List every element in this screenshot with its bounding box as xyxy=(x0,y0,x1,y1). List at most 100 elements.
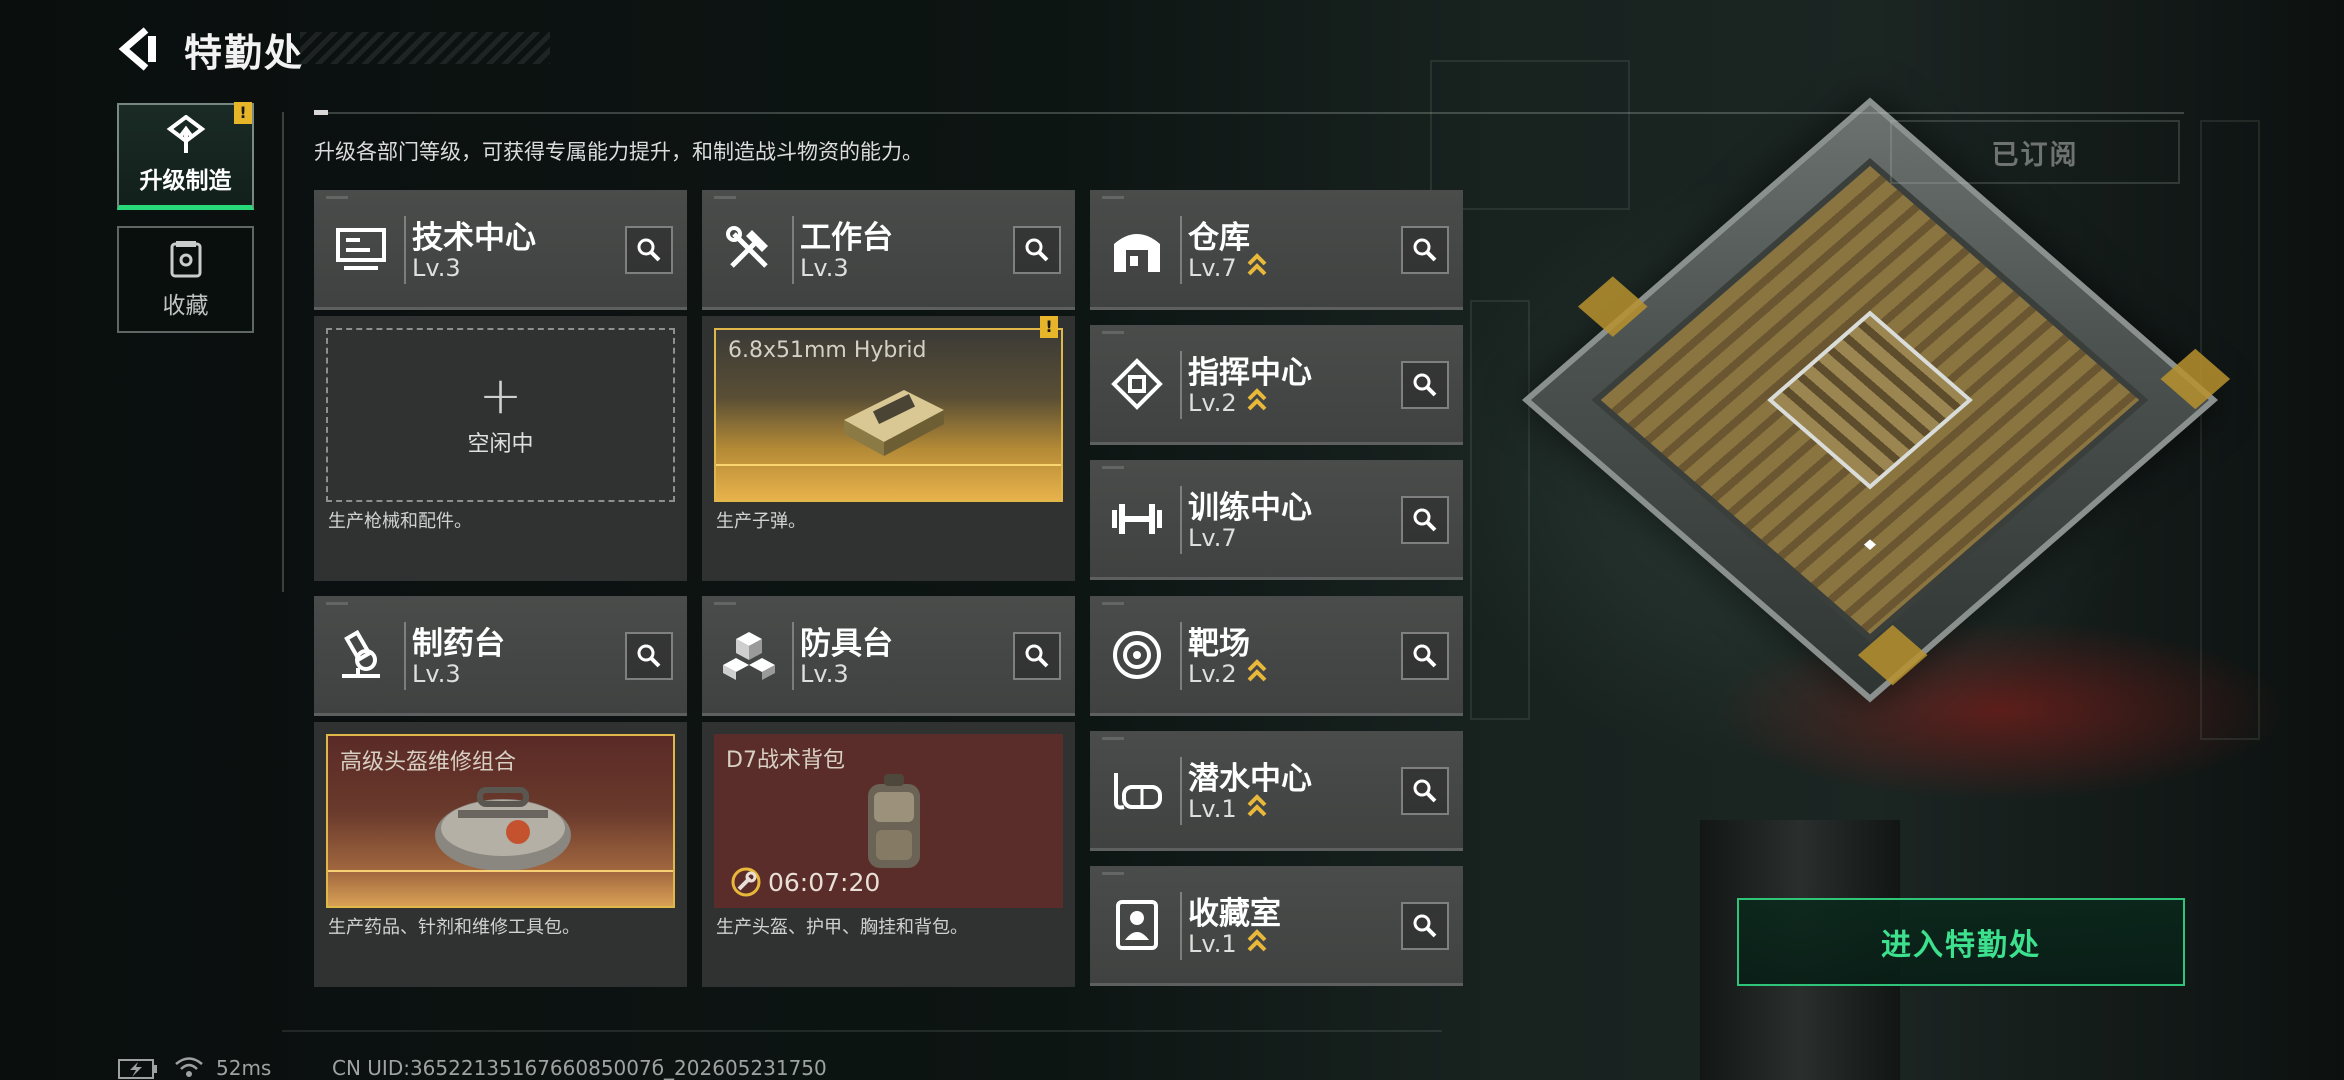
facility-level: Lv.2 xyxy=(1188,389,1237,417)
inspect-button[interactable] xyxy=(1401,361,1449,409)
workshop-level: Lv.3 xyxy=(412,660,461,688)
search-icon xyxy=(637,238,661,262)
workshop-card-pharmacy[interactable]: 制药台 Lv.3 xyxy=(314,596,687,716)
workshop-name: 制药台 xyxy=(412,626,505,662)
upgrade-available-icon xyxy=(1247,659,1267,682)
workshop-description: 生产子弹。 xyxy=(716,511,806,532)
facility-card-command-center[interactable]: 指挥中心 Lv.2 xyxy=(1090,325,1463,445)
upgrade-available-icon xyxy=(1247,253,1267,276)
inspect-button[interactable] xyxy=(1401,767,1449,815)
page-title: 特勤处 xyxy=(184,31,305,75)
facility-name: 收藏室 xyxy=(1188,896,1281,932)
inspect-button[interactable] xyxy=(1013,226,1061,274)
facility-name: 指挥中心 xyxy=(1188,355,1312,391)
chip-icon xyxy=(1108,355,1166,413)
upgrade-available-icon xyxy=(1247,794,1267,817)
back-button[interactable] xyxy=(112,24,162,74)
facility-card-collection-room[interactable]: 收藏室 Lv.1 xyxy=(1090,866,1463,986)
workshop-description: 生产枪械和配件。 xyxy=(328,511,472,532)
facility-card-shooting-range[interactable]: 靶场 Lv.2 xyxy=(1090,596,1463,716)
workshop-panel: + 空闲中 生产枪械和配件。 xyxy=(314,316,687,581)
production-slot-empty[interactable]: + 空闲中 xyxy=(326,328,675,502)
title-decoration xyxy=(300,32,550,64)
cubes-icon xyxy=(720,626,778,684)
inspect-button[interactable] xyxy=(1013,632,1061,680)
workshop-level: Lv.3 xyxy=(800,660,849,688)
facility-level: Lv.1 xyxy=(1188,930,1237,958)
facility-level: Lv.7 xyxy=(1188,254,1237,282)
search-icon xyxy=(1413,508,1437,532)
workshop-name: 技术中心 xyxy=(412,220,536,256)
divider-mark xyxy=(314,110,328,115)
microscope-icon xyxy=(332,626,390,684)
slot-status: 空闲中 xyxy=(467,432,534,457)
inspect-button[interactable] xyxy=(625,632,673,680)
collection-icon xyxy=(170,240,201,277)
divider xyxy=(314,112,2184,114)
workshop-level: Lv.3 xyxy=(412,254,461,282)
search-icon xyxy=(1025,644,1049,668)
workshop-description: 生产药品、针剂和维修工具包。 xyxy=(328,917,580,938)
facility-name: 训练中心 xyxy=(1188,490,1312,526)
facility-name: 靶场 xyxy=(1188,626,1250,662)
facility-card-diving-center[interactable]: 潜水中心 Lv.1 xyxy=(1090,731,1463,851)
search-icon xyxy=(1413,373,1437,397)
battery-icon xyxy=(118,1059,157,1079)
warehouse-icon xyxy=(1108,220,1166,278)
sidebar-item-label: 收藏 xyxy=(162,292,209,319)
repair-kit-icon xyxy=(435,787,571,871)
production-timer: 06:07:20 xyxy=(730,866,880,898)
search-icon xyxy=(1413,779,1437,803)
enter-special-ops-button[interactable]: 进入特勤处 xyxy=(1737,898,2185,986)
inspect-button[interactable] xyxy=(1401,226,1449,274)
add-icon: + xyxy=(478,366,523,426)
production-slot[interactable]: D7战术背包 06:07:20 xyxy=(714,734,1063,908)
production-slot[interactable]: 6.8x51mm Hybrid xyxy=(714,328,1063,502)
alert-badge: ! xyxy=(1040,316,1058,338)
search-icon xyxy=(1413,644,1437,668)
facility-name: 潜水中心 xyxy=(1188,761,1312,797)
diving-mask-icon xyxy=(1108,761,1166,819)
facility-level: Lv.2 xyxy=(1188,660,1237,688)
upgrade-available-icon xyxy=(1247,929,1267,952)
inspect-button[interactable] xyxy=(1401,632,1449,680)
workshop-name: 工作台 xyxy=(800,220,893,256)
inspect-button[interactable] xyxy=(625,226,673,274)
inspect-button[interactable] xyxy=(1401,496,1449,544)
player-uid: CN UID:3652213516766085007б_202605231750 xyxy=(332,1056,827,1080)
inspect-button[interactable] xyxy=(1401,902,1449,950)
workshop-card-tech-center[interactable]: 技术中心 Lv.3 xyxy=(314,190,687,310)
item-name: D7战术背包 xyxy=(726,748,845,773)
production-slot[interactable]: 高级头盔维修组合 xyxy=(326,734,675,908)
search-icon xyxy=(1413,238,1437,262)
wifi-icon xyxy=(175,1057,203,1077)
wrench-clock-icon xyxy=(731,867,761,897)
workshop-card-workbench[interactable]: 工作台 Lv.3 xyxy=(702,190,1075,310)
facility-card-warehouse[interactable]: 仓库 Lv.7 xyxy=(1090,190,1463,310)
subscribed-button[interactable]: 已订阅 xyxy=(1890,120,2180,184)
bust-icon xyxy=(1108,896,1166,954)
back-arrow-icon xyxy=(118,27,156,71)
dumbbell-icon xyxy=(1108,490,1166,548)
facility-card-training-center[interactable]: 训练中心 Lv.7 xyxy=(1090,460,1463,580)
workshop-description: 生产头盔、护甲、胸挂和背包。 xyxy=(716,917,968,938)
tools-icon xyxy=(720,220,778,278)
ammo-box-icon xyxy=(844,390,944,456)
search-icon xyxy=(1413,914,1437,938)
facility-level: Lv.7 xyxy=(1188,524,1237,552)
item-name: 高级头盔维修组合 xyxy=(340,750,517,775)
facility-level: Lv.1 xyxy=(1188,795,1237,823)
sidebar-item-collection[interactable]: 收藏 xyxy=(117,226,254,333)
monitor-icon xyxy=(332,220,390,278)
ping-value: 52ms xyxy=(216,1056,272,1080)
workshop-level: Lv.3 xyxy=(800,254,849,282)
workshop-panel: 6.8x51mm Hybrid ! 生产子弹。 xyxy=(702,316,1075,581)
divider xyxy=(282,1030,1442,1032)
search-icon xyxy=(637,644,661,668)
divider xyxy=(282,112,284,592)
facility-name: 仓库 xyxy=(1188,220,1250,256)
workshop-card-armor-bench[interactable]: 防具台 Lv.3 xyxy=(702,596,1075,716)
workshop-name: 防具台 xyxy=(800,626,893,662)
alert-badge: ! xyxy=(234,102,252,124)
upgrade-available-icon xyxy=(1247,388,1267,411)
